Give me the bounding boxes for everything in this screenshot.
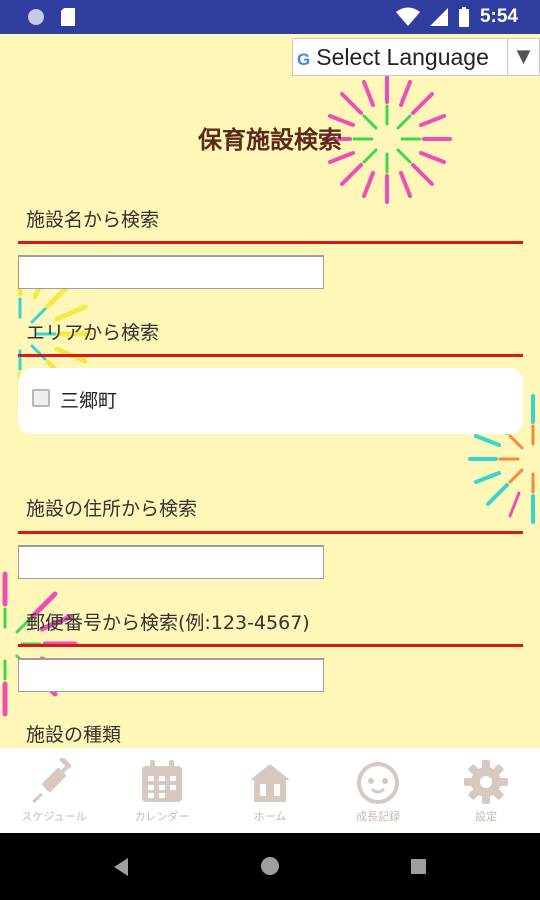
nav-growth-record[interactable]: 成長記録	[324, 748, 432, 833]
area-options-card: 三郷町	[18, 368, 523, 434]
nav-label: 成長記録	[356, 810, 400, 823]
back-icon[interactable]	[112, 857, 130, 877]
page-title: 保育施設検索	[198, 126, 342, 154]
section-divider	[18, 644, 523, 647]
status-right: 5:54	[395, 6, 518, 28]
postal-search-label: 郵便番号から検索(例:123-4567)	[26, 612, 310, 634]
address-search-label: 施設の住所から検索	[26, 498, 198, 520]
section-divider	[18, 531, 523, 534]
nav-settings[interactable]: 設定	[432, 748, 540, 833]
facility-name-input[interactable]	[18, 255, 324, 289]
type-search-label: 施設の種類	[26, 724, 122, 746]
gear-icon	[464, 760, 508, 804]
status-time: 5:54	[479, 6, 518, 27]
baby-face-icon	[357, 761, 399, 804]
name-search-label: 施設名から検索	[26, 209, 160, 231]
nav-label: スケジュール	[21, 810, 87, 823]
recents-icon[interactable]	[410, 858, 427, 875]
section-divider	[18, 241, 523, 244]
sd-card-icon	[61, 8, 75, 26]
nav-schedule[interactable]: スケジュール	[0, 748, 108, 833]
calendar-icon	[142, 760, 182, 802]
dropdown-arrow-icon[interactable]: ▼	[507, 39, 539, 75]
nav-label: ホーム	[253, 810, 287, 823]
area-checkbox-label[interactable]: 三郷町	[60, 386, 117, 413]
home-button-icon[interactable]	[260, 856, 280, 876]
nav-home[interactable]: ホーム	[216, 748, 324, 833]
syringe-icon	[32, 758, 72, 804]
home-icon	[250, 764, 290, 802]
postal-code-input[interactable]	[18, 658, 324, 692]
bottom-nav: スケジュール カレンダー ホーム 成長記録 設定	[0, 748, 540, 833]
area-checkbox[interactable]	[32, 389, 50, 407]
nav-label: カレンダー	[134, 810, 190, 823]
nav-label: 設定	[475, 810, 497, 823]
area-search-label: エリアから検索	[26, 322, 160, 344]
language-select[interactable]: G Select Language ▼	[292, 38, 540, 76]
nav-calendar[interactable]: カレンダー	[108, 748, 216, 833]
section-divider	[18, 354, 523, 357]
main-content[interactable]: G Select Language ▼ 保育施設検索 施設名から検索 エリアから…	[0, 34, 540, 748]
battery-icon	[458, 7, 469, 27]
status-bar: 5:54	[0, 0, 540, 34]
signal-icon	[429, 8, 448, 26]
notification-dot-icon	[28, 9, 44, 25]
system-nav-bar	[0, 833, 540, 900]
status-left	[26, 7, 76, 27]
address-input[interactable]	[18, 545, 324, 579]
wifi-icon	[395, 7, 420, 26]
google-logo-icon: G	[297, 50, 311, 69]
language-select-label: Select Language	[316, 43, 489, 70]
